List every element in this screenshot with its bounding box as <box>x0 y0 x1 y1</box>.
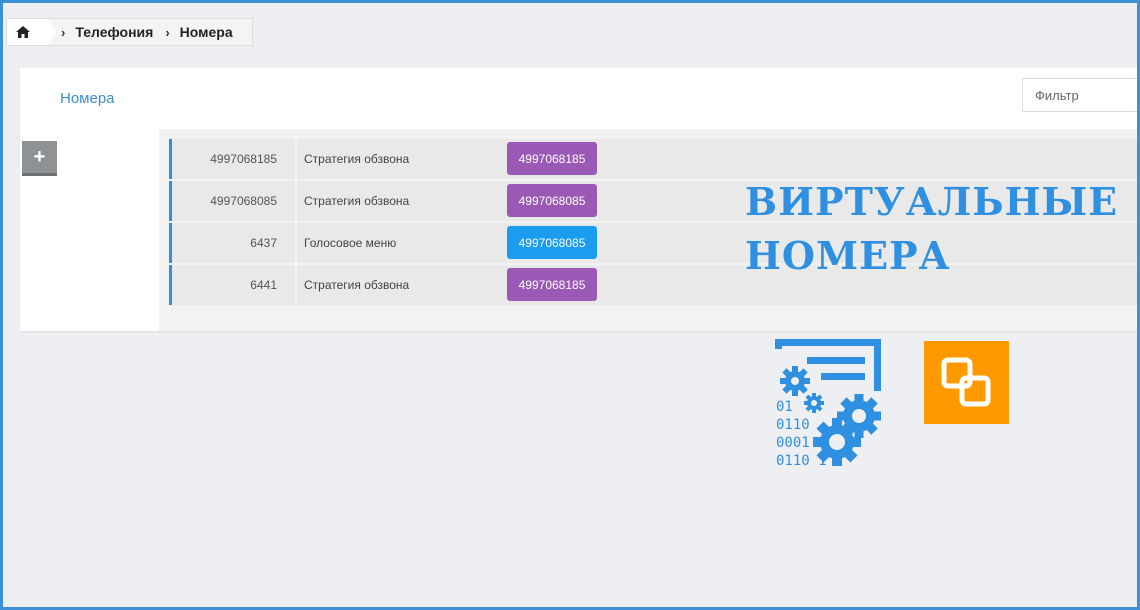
row-badge[interactable]: 4997068185 <box>507 142 597 175</box>
table-row[interactable]: 4997068185 Стратегия обзвона 4997068185 <box>169 139 1137 179</box>
row-type: Стратегия обзвона <box>304 152 410 166</box>
row-type: Голосовое меню <box>304 236 397 250</box>
add-number-button[interactable]: + <box>22 141 57 176</box>
breadcrumb-home[interactable] <box>7 19 56 45</box>
heading-line-1: ВИРТУАЛЬНЫЕ <box>745 179 1119 224</box>
breadcrumb-separator: › <box>165 24 170 40</box>
page-title: Номера <box>60 90 115 107</box>
breadcrumb-separator: › <box>61 24 66 40</box>
filter-input[interactable] <box>1022 78 1137 112</box>
breadcrumb: › Телефония › Номера <box>6 18 253 46</box>
app-frame: › Телефония › Номера Номера + 4997068185… <box>0 0 1140 610</box>
breadcrumb-item-telephony[interactable]: Телефония <box>75 24 153 40</box>
row-number: 4997068185 <box>172 139 297 179</box>
row-badge[interactable]: 4997068185 <box>507 268 597 301</box>
row-badge[interactable]: 4997068085 <box>507 226 597 259</box>
row-type: Стратегия обзвона <box>304 194 410 208</box>
link-icon <box>941 357 991 407</box>
binary-line: 0001 <box>776 435 810 451</box>
heading-line-2: НОМЕРА <box>745 233 951 278</box>
virtual-numbers-heading: ВИРТУАЛЬНЫЕ НОМЕРА <box>745 175 1118 283</box>
home-icon <box>16 26 30 38</box>
row-number: 4997068085 <box>172 181 297 221</box>
binary-line: 01 <box>776 399 793 415</box>
breadcrumb-item-numbers[interactable]: Номера <box>180 24 233 40</box>
link-tile <box>924 341 1009 424</box>
binary-line: 0110 1 <box>776 453 827 469</box>
row-type: Стратегия обзвона <box>304 278 410 292</box>
binary-line: 0110 <box>776 417 810 433</box>
row-number: 6437 <box>172 223 297 263</box>
row-number: 6441 <box>172 265 297 305</box>
binary-code-text: 01 0110 0001 0110 1 <box>776 398 827 470</box>
row-badge[interactable]: 4997068085 <box>507 184 597 217</box>
